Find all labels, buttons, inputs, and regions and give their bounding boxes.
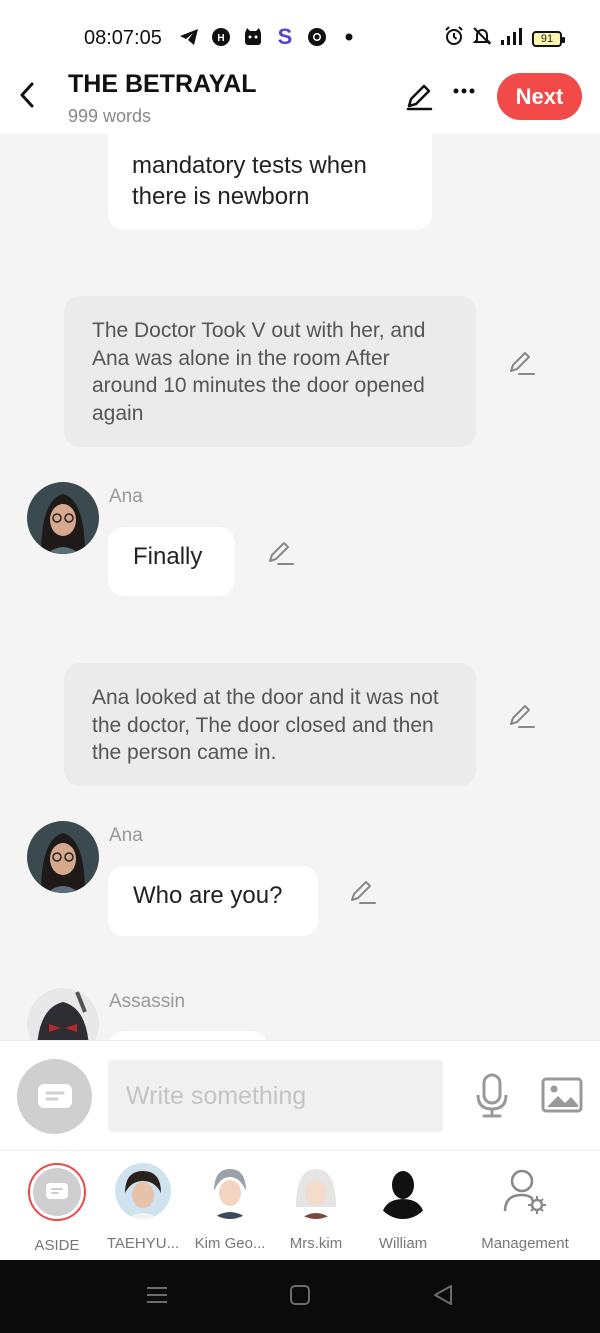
cat-icon bbox=[242, 26, 264, 48]
avatar[interactable] bbox=[27, 821, 99, 893]
character-name: Assassin bbox=[109, 991, 186, 1012]
system-icons: 91 bbox=[444, 26, 565, 51]
avatar bbox=[202, 1163, 258, 1219]
voice-input-button[interactable] bbox=[474, 1073, 510, 1119]
menu-icon bbox=[147, 1287, 167, 1303]
home-nav-button[interactable] bbox=[289, 1284, 315, 1310]
edit-message-button[interactable] bbox=[349, 878, 377, 906]
pencil-icon bbox=[351, 881, 376, 904]
pencil-icon bbox=[269, 542, 294, 565]
edit-message-button[interactable] bbox=[508, 349, 536, 377]
narration-bubble[interactable]: Ana looked at the door and it was not th… bbox=[64, 663, 476, 786]
character-bar: ASIDE TAEHYU... Kim Geo... Mrs.kim Willi… bbox=[0, 1150, 600, 1260]
mute-icon bbox=[472, 26, 492, 51]
message-bubble[interactable]: Who are you? bbox=[108, 866, 318, 936]
character-label: Mrs.kim bbox=[289, 1235, 343, 1252]
character-management[interactable]: Management bbox=[470, 1163, 580, 1252]
ellipsis-icon bbox=[453, 88, 475, 94]
character-mrs-kim[interactable]: Mrs.kim bbox=[271, 1163, 361, 1252]
avatar bbox=[115, 1163, 171, 1219]
assassin-avatar-icon bbox=[27, 988, 99, 1040]
system-nav-bar bbox=[0, 1260, 600, 1333]
chevron-left-icon bbox=[20, 82, 34, 108]
back-nav-button[interactable] bbox=[432, 1284, 458, 1310]
chrome-icon bbox=[306, 26, 328, 48]
back-triangle-icon bbox=[434, 1285, 452, 1305]
home-square-icon bbox=[290, 1285, 310, 1305]
character-aside[interactable]: ASIDE bbox=[12, 1163, 102, 1254]
ana-avatar-icon bbox=[27, 482, 99, 554]
edit-message-button[interactable] bbox=[267, 539, 295, 567]
s-app-icon: S bbox=[277, 24, 293, 49]
avatar[interactable] bbox=[27, 482, 99, 554]
composer-bar bbox=[0, 1040, 600, 1150]
alarm-icon bbox=[444, 26, 464, 51]
more-options-button[interactable] bbox=[450, 80, 478, 108]
word-count: 999 words bbox=[68, 106, 152, 126]
character-label: TAEHYU... bbox=[106, 1235, 180, 1252]
header: THE BETRAYAL 999 words Next bbox=[0, 70, 600, 134]
character-label: William bbox=[378, 1235, 428, 1252]
menu-nav-button[interactable] bbox=[146, 1284, 172, 1310]
character-name: Ana bbox=[109, 486, 143, 507]
message-bubble[interactable]: mandatory tests when there is newborn bbox=[108, 134, 432, 230]
image-icon bbox=[541, 1077, 583, 1113]
pencil-icon bbox=[510, 352, 535, 375]
status-bar: 08:07:05 H S 91 bbox=[0, 0, 600, 70]
character-label: Management bbox=[481, 1235, 569, 1252]
next-button[interactable]: Next bbox=[497, 73, 582, 120]
avatar[interactable] bbox=[27, 988, 99, 1040]
write-message-input[interactable] bbox=[108, 1060, 443, 1132]
battery-icon: 91 bbox=[532, 30, 565, 47]
chat-bubble-icon bbox=[37, 1083, 72, 1108]
avatar bbox=[288, 1163, 344, 1219]
character-label: ASIDE bbox=[34, 1237, 80, 1254]
signal-icon bbox=[500, 27, 524, 50]
message-bubble[interactable]: Finally bbox=[108, 527, 235, 596]
message-bubble[interactable] bbox=[108, 1031, 268, 1040]
ana-avatar-icon bbox=[27, 821, 99, 893]
character-taehyung[interactable]: TAEHYU... bbox=[98, 1163, 188, 1252]
dot-icon bbox=[338, 26, 360, 48]
edit-title-button[interactable] bbox=[404, 81, 434, 111]
character-label: Kim Geo... bbox=[194, 1235, 266, 1252]
svg-text:H: H bbox=[217, 33, 224, 44]
chat-bubble-icon bbox=[33, 1168, 81, 1216]
character-kim-geo[interactable]: Kim Geo... bbox=[185, 1163, 275, 1252]
character-william[interactable]: William bbox=[358, 1163, 448, 1252]
game-icon: H bbox=[210, 26, 232, 48]
avatar bbox=[375, 1163, 431, 1219]
back-button[interactable] bbox=[14, 80, 40, 110]
aside-toggle-button[interactable] bbox=[17, 1059, 92, 1134]
chat-area[interactable]: mandatory tests when there is newborn Th… bbox=[0, 134, 600, 1040]
pencil-icon bbox=[510, 705, 535, 728]
notification-icons: H S bbox=[178, 24, 360, 49]
aside-avatar bbox=[28, 1163, 86, 1221]
story-title: THE BETRAYAL bbox=[68, 70, 257, 98]
insert-image-button[interactable] bbox=[541, 1075, 583, 1115]
manage-characters-icon bbox=[497, 1163, 553, 1219]
telegram-icon bbox=[178, 26, 200, 48]
character-name: Ana bbox=[109, 825, 143, 846]
narration-bubble[interactable]: The Doctor Took V out with her, and Ana … bbox=[64, 296, 476, 447]
status-time: 08:07:05 bbox=[84, 27, 162, 49]
pencil-icon bbox=[406, 84, 433, 111]
microphone-icon bbox=[476, 1073, 508, 1118]
edit-message-button[interactable] bbox=[508, 702, 536, 730]
